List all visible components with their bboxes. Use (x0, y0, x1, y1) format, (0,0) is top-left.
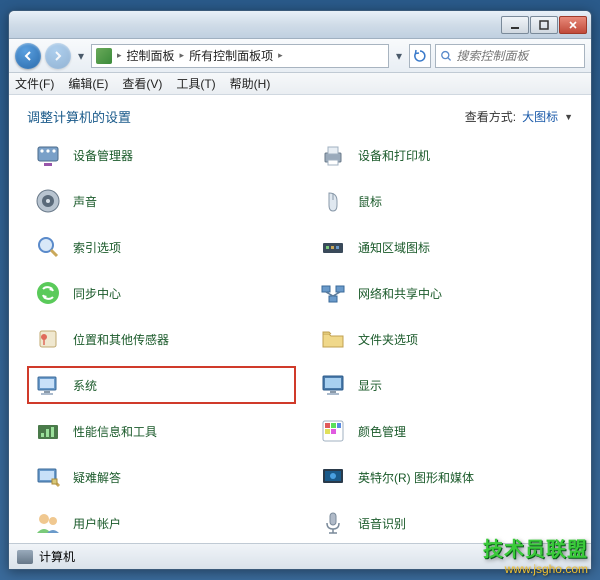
cp-item-label: 同步中心 (73, 285, 121, 302)
breadcrumb-seg2[interactable]: 所有控制面板项 (189, 47, 273, 64)
cp-item-system[interactable]: 系统 (29, 368, 294, 402)
content-area: 调整计算机的设置 查看方式: 大图标 ▼ 设备管理器 设备和打印机声音 鼠标索引选项… (9, 95, 591, 543)
sync-icon (33, 278, 63, 308)
cp-item-devices-printers[interactable]: 设备和打印机 (314, 138, 579, 172)
users-icon (33, 508, 63, 538)
cp-item-color-mgmt[interactable]: 颜色管理 (314, 414, 579, 448)
nav-bar: ▾ ▸ 控制面板 ▸ 所有控制面板项 ▸ ▾ (9, 39, 591, 73)
cp-item-mouse[interactable]: 鼠标 (314, 184, 579, 218)
cp-item-folder-options[interactable]: 文件夹选项 (314, 322, 579, 356)
cp-item-device-manager[interactable]: 设备管理器 (29, 138, 294, 172)
perf-icon (33, 416, 63, 446)
cp-item-intel-graphics[interactable]: 英特尔(R) 图形和媒体 (314, 460, 579, 494)
cp-item-label: 设备管理器 (73, 147, 133, 164)
maximize-button[interactable] (530, 16, 558, 34)
printer-icon (318, 140, 348, 170)
cp-item-label: 系统 (73, 377, 97, 394)
device-manager-icon (33, 140, 63, 170)
page-title: 调整计算机的设置 (27, 107, 131, 126)
chevron-right-icon: ▸ (275, 50, 286, 61)
breadcrumb-seg1[interactable]: 控制面板 (127, 47, 175, 64)
control-panel-icon (96, 48, 112, 64)
cp-item-performance[interactable]: 性能信息和工具 (29, 414, 294, 448)
cp-item-sync-center[interactable]: 同步中心 (29, 276, 294, 310)
minimize-button[interactable] (501, 16, 529, 34)
cp-item-label: 颜色管理 (358, 423, 406, 440)
refresh-button[interactable] (409, 44, 431, 68)
troubleshoot-icon (33, 462, 63, 492)
view-label: 查看方式: (465, 108, 516, 125)
cp-item-label: 英特尔(R) 图形和媒体 (358, 469, 474, 486)
cp-item-label: 语音识别 (358, 515, 406, 532)
cp-item-label: 疑难解答 (73, 469, 121, 486)
chevron-right-icon: ▸ (114, 50, 125, 61)
mic-icon (318, 508, 348, 538)
cp-item-notification-icons[interactable]: 通知区域图标 (314, 230, 579, 264)
cp-item-label: 位置和其他传感器 (73, 331, 169, 348)
cp-item-label: 文件夹选项 (358, 331, 418, 348)
cp-item-label: 声音 (73, 193, 97, 210)
titlebar (9, 11, 591, 39)
magnifier-icon (33, 232, 63, 262)
computer-icon (17, 550, 33, 564)
cp-item-label: 显示 (358, 377, 382, 394)
cp-item-user-accounts[interactable]: 用户帐户 (29, 506, 294, 540)
cp-item-label: 索引选项 (73, 239, 121, 256)
menu-edit[interactable]: 编辑(E) (68, 75, 108, 92)
search-box[interactable] (435, 44, 585, 68)
search-icon (440, 49, 452, 63)
chevron-right-icon: ▸ (177, 50, 188, 61)
display-icon (318, 370, 348, 400)
cp-item-location-sensors[interactable]: 位置和其他传感器 (29, 322, 294, 356)
speaker-icon (33, 186, 63, 216)
menu-bar: 文件(F) 编辑(E) 查看(V) 工具(T) 帮助(H) (9, 73, 591, 95)
location-icon (33, 324, 63, 354)
cp-item-label: 通知区域图标 (358, 239, 430, 256)
cp-item-label: 性能信息和工具 (73, 423, 157, 440)
explorer-window: ▾ ▸ 控制面板 ▸ 所有控制面板项 ▸ ▾ 文件(F) 编辑(E) 查看(V)… (8, 10, 592, 570)
cp-item-display[interactable]: 显示 (314, 368, 579, 402)
menu-view[interactable]: 查看(V) (122, 75, 162, 92)
statusbar-label: 计算机 (39, 548, 75, 565)
menu-file[interactable]: 文件(F) (15, 75, 54, 92)
mouse-icon (318, 186, 348, 216)
cp-item-indexing[interactable]: 索引选项 (29, 230, 294, 264)
cp-item-label: 鼠标 (358, 193, 382, 210)
cp-item-sound[interactable]: 声音 (29, 184, 294, 218)
forward-button[interactable] (45, 43, 71, 69)
content-header: 调整计算机的设置 查看方式: 大图标 ▼ (9, 95, 591, 138)
cp-item-network-sharing[interactable]: 网络和共享中心 (314, 276, 579, 310)
view-switcher[interactable]: 查看方式: 大图标 ▼ (465, 108, 573, 125)
cp-item-label: 用户帐户 (73, 515, 121, 532)
intel-icon (318, 462, 348, 492)
cp-item-label: 设备和打印机 (358, 147, 430, 164)
cp-item-label: 网络和共享中心 (358, 285, 442, 302)
items-grid: 设备管理器 设备和打印机声音 鼠标索引选项 通知区域图标同步中心 网络和共享中心位置和其… (9, 138, 591, 543)
view-value[interactable]: 大图标 (522, 108, 558, 125)
nav-history-dropdown[interactable]: ▾ (75, 46, 87, 66)
tray-icon (318, 232, 348, 262)
network-icon (318, 278, 348, 308)
back-button[interactable] (15, 43, 41, 69)
cp-item-speech[interactable]: 语音识别 (314, 506, 579, 540)
close-button[interactable] (559, 16, 587, 34)
menu-tools[interactable]: 工具(T) (176, 75, 215, 92)
breadcrumb[interactable]: ▸ 控制面板 ▸ 所有控制面板项 ▸ (91, 44, 389, 68)
chevron-down-icon: ▼ (564, 112, 573, 122)
cp-item-troubleshoot[interactable]: 疑难解答 (29, 460, 294, 494)
color-icon (318, 416, 348, 446)
statusbar: 计算机 (9, 543, 591, 569)
breadcrumb-dropdown[interactable]: ▾ (393, 46, 405, 66)
folder-icon (318, 324, 348, 354)
system-icon (33, 370, 63, 400)
search-input[interactable] (456, 49, 580, 63)
menu-help[interactable]: 帮助(H) (230, 75, 271, 92)
